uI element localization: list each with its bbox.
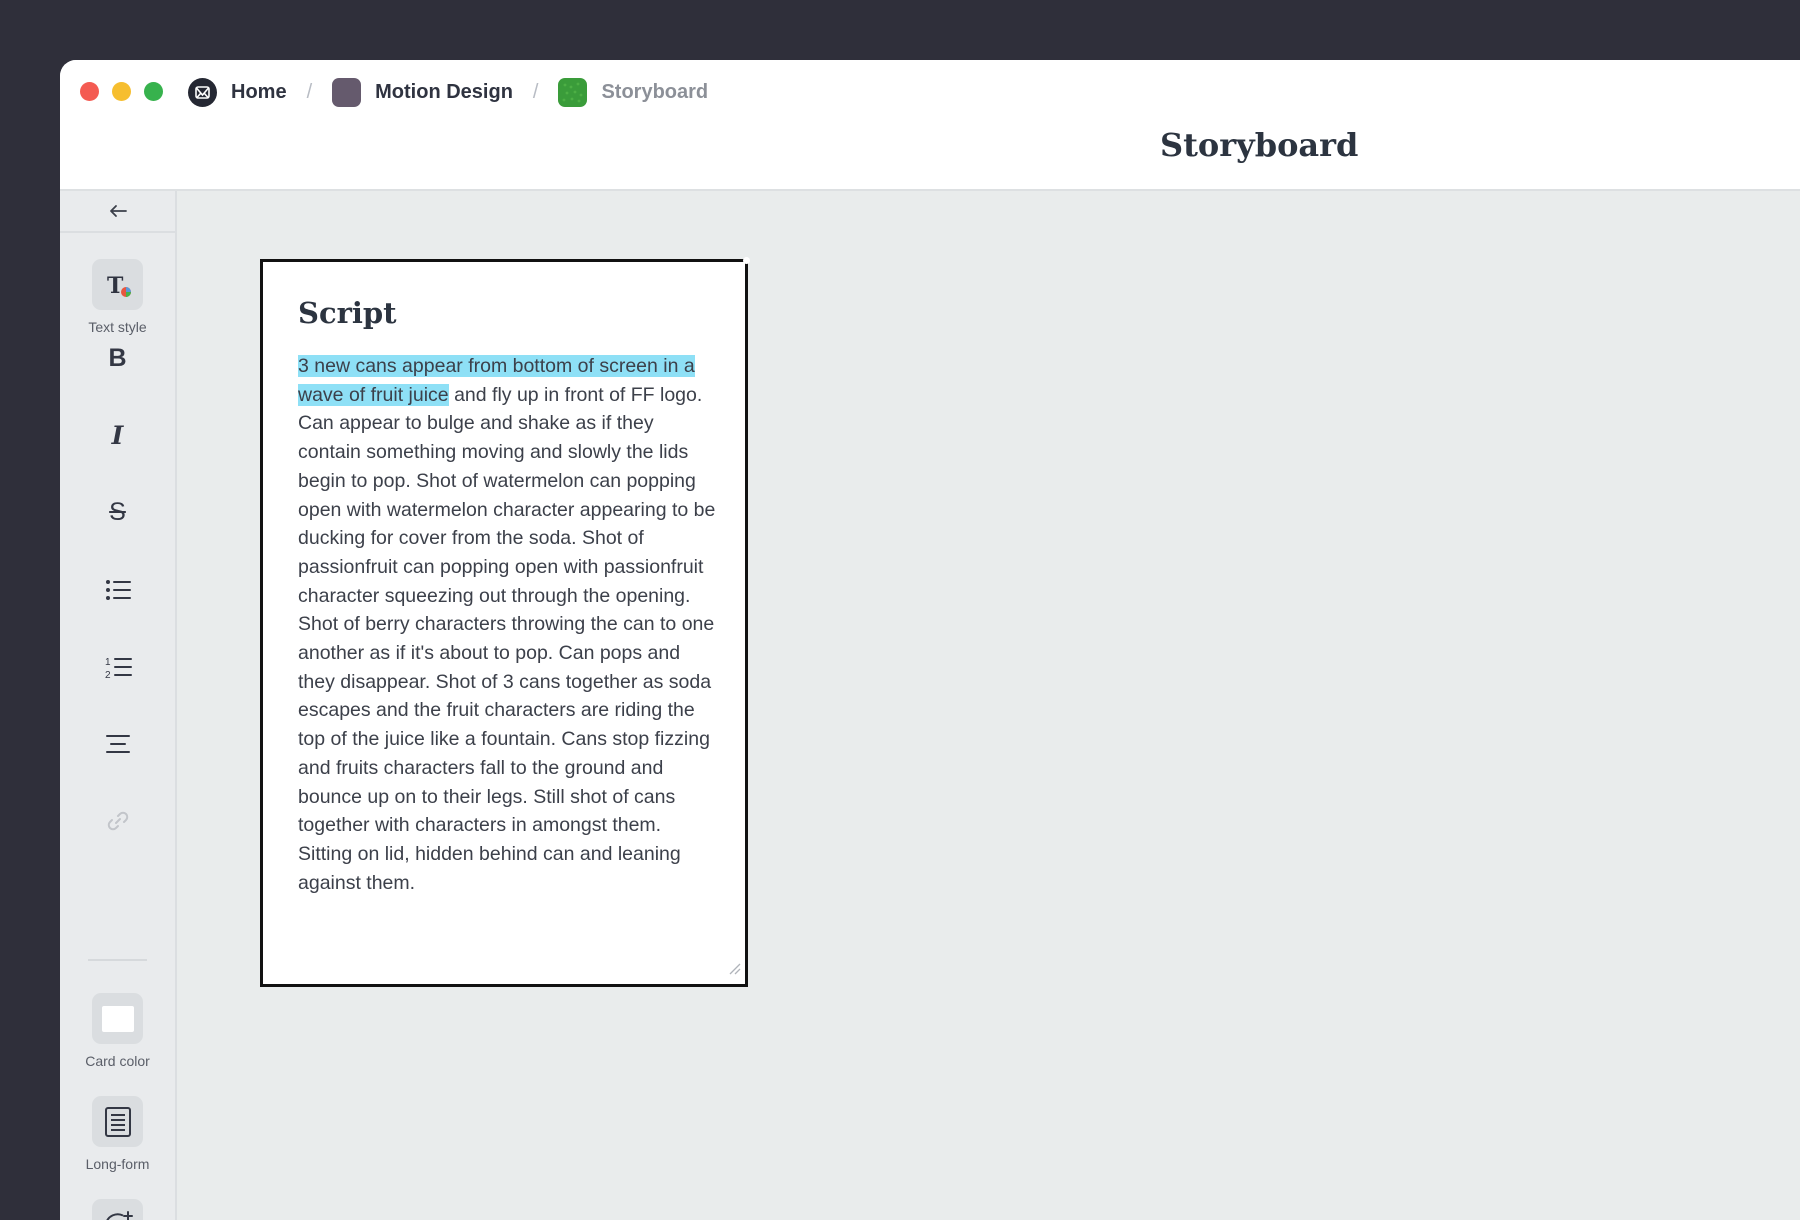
formatting-toolbar: T Text style B I S 1 2 Card color Long-f… [60,191,177,1220]
card-title[interactable]: Script [298,296,397,330]
close-window-button[interactable] [80,82,99,101]
svg-text:2: 2 [105,670,111,680]
link-button[interactable] [60,795,175,846]
italic-glyph: I [111,421,124,450]
card-color-button[interactable]: Card color [60,993,175,1069]
home-logo-icon [188,77,217,107]
resize-handle-icon[interactable] [727,961,741,980]
breadcrumb-motion-design[interactable]: Motion Design [332,77,513,107]
maximize-window-button[interactable] [144,82,163,101]
page-title[interactable]: Storyboard [1160,126,1358,164]
text-style-icon: T [92,259,143,310]
strikethrough-icon: S [92,487,143,538]
arrow-left-icon [109,198,127,224]
breadcrumb-label: Storyboard [601,80,709,103]
text-style-button[interactable]: T Text style [60,259,175,335]
script-card[interactable]: Script 3 new cans appear from bottom of … [260,257,750,987]
collapse-toolbar-button[interactable] [60,191,175,233]
bold-glyph: B [108,344,127,372]
breadcrumb-label: Home [231,80,287,103]
italic-icon: I [92,410,143,461]
add-reaction-button[interactable] [60,1199,175,1220]
long-form-icon [92,1096,143,1147]
tool-caption: Card color [85,1053,150,1069]
app-window: Home / Motion Design / Storyboard Storyb… [60,60,1800,1220]
strikethrough-glyph: S [109,498,126,526]
toolbar-divider [88,959,147,961]
breadcrumb-label: Motion Design [375,80,513,103]
long-form-button[interactable]: Long-form [60,1096,175,1172]
card-color-swatch-icon [92,993,143,1044]
add-emoji-icon [92,1199,143,1220]
card-body[interactable]: 3 new cans appear from bottom of screen … [298,352,720,897]
card-body-text[interactable]: and fly up in front of FF logo. Can appe… [298,384,715,894]
breadcrumb-separator: / [306,80,313,103]
board-color-icon [332,77,362,107]
svg-text:1: 1 [105,657,111,668]
breadcrumb-storyboard[interactable]: Storyboard [558,77,709,107]
bold-icon: B [92,333,143,384]
numbered-list-button[interactable]: 1 2 [60,641,175,692]
link-icon [92,795,143,846]
bold-button[interactable]: B [60,333,175,384]
tool-caption: Long-form [85,1156,150,1172]
title-bar: Home / Motion Design / Storyboard Storyb… [60,60,1800,191]
bulleted-list-icon [92,564,143,615]
bulleted-list-button[interactable] [60,564,175,615]
breadcrumb: Home / Motion Design / Storyboard [188,77,708,107]
minimize-window-button[interactable] [112,82,131,101]
align-button[interactable] [60,718,175,769]
board-color-icon [558,77,588,107]
align-center-icon [92,718,143,769]
breadcrumb-home[interactable]: Home [188,77,287,107]
strikethrough-button[interactable]: S [60,487,175,538]
card-corner-handle[interactable] [743,257,750,264]
numbered-list-icon: 1 2 [92,641,143,692]
italic-button[interactable]: I [60,410,175,461]
svg-text:T: T [107,273,124,299]
breadcrumb-separator: / [532,80,539,103]
